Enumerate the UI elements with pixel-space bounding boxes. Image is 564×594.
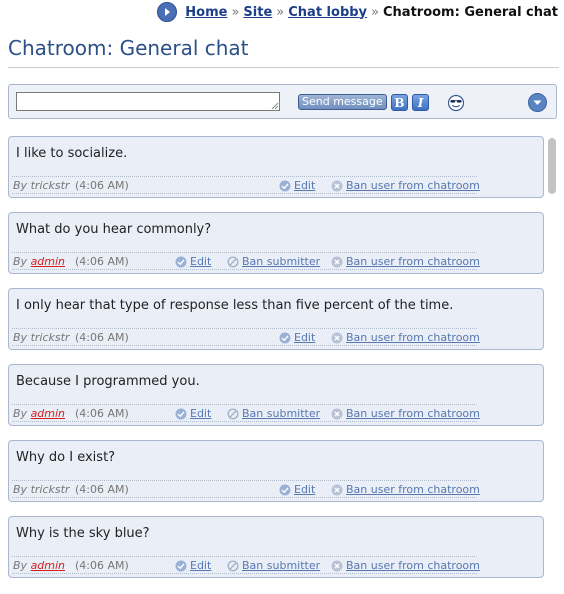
ban-circle-icon — [227, 407, 239, 420]
author-link[interactable]: admin — [31, 407, 65, 420]
ban-x-icon — [331, 484, 343, 495]
ban-user-link[interactable]: Ban user from chatroom — [331, 559, 480, 572]
message-meta: By trickstr (4:06 AM) Edit Ban user from… — [12, 328, 480, 346]
ban-submitter-link[interactable]: Ban submitter — [227, 559, 320, 572]
message-composer: Send message B I — [8, 84, 557, 119]
send-message-button[interactable]: Send message — [298, 94, 387, 110]
sunglasses-smiley-icon[interactable] — [447, 94, 465, 112]
message-text: What do you hear commonly? — [16, 222, 212, 237]
breadcrumb-separator: » — [276, 4, 285, 20]
ban-x-icon — [331, 180, 343, 191]
edit-check-icon — [279, 332, 291, 343]
message-author: By trickstr — [13, 179, 70, 192]
edit-check-icon — [279, 180, 291, 191]
edit-link[interactable]: Edit — [175, 407, 211, 420]
message-meta: By admin (4:06 AM) Edit Ban submitter Ba… — [12, 404, 480, 422]
edit-link[interactable]: Edit — [279, 331, 315, 344]
ban-user-link[interactable]: Ban user from chatroom — [331, 331, 480, 344]
edit-check-icon — [279, 484, 291, 495]
message-author: By trickstr — [13, 483, 70, 496]
message-time: (4:06 AM) — [75, 331, 129, 344]
message-meta: By trickstr (4:06 AM) Edit Ban user from… — [12, 480, 480, 498]
message-list: I like to socialize. By trickstr (4:06 A… — [8, 136, 544, 594]
chevron-down-icon[interactable] — [528, 93, 547, 112]
message-meta: By admin (4:06 AM) Edit Ban submitter Ba… — [12, 252, 480, 270]
chat-message: I only hear that type of response less t… — [8, 288, 544, 350]
ban-circle-icon — [227, 255, 239, 268]
edit-check-icon — [175, 256, 187, 267]
edit-check-icon — [175, 408, 187, 419]
arrow-right-circle-icon — [157, 2, 178, 22]
message-input[interactable] — [16, 92, 280, 111]
ban-x-icon — [331, 256, 343, 267]
chat-message: What do you hear commonly? By admin (4:0… — [8, 212, 544, 274]
message-text: I like to socialize. — [16, 146, 128, 161]
breadcrumb-chat-lobby-link[interactable]: Chat lobby — [288, 5, 367, 20]
ban-circle-icon — [227, 559, 239, 572]
chat-message: Because I programmed you. By admin (4:06… — [8, 364, 544, 426]
edit-link[interactable]: Edit — [175, 255, 211, 268]
author-name: trickstr — [30, 179, 70, 192]
breadcrumb-home-link[interactable]: Home — [185, 5, 227, 20]
edit-link[interactable]: Edit — [175, 559, 211, 572]
edit-link[interactable]: Edit — [279, 483, 315, 496]
author-name: trickstr — [30, 331, 70, 344]
chat-message: Why do I exist? By trickstr (4:06 AM) Ed… — [8, 440, 544, 502]
message-text: Because I programmed you. — [16, 374, 200, 389]
message-author: By admin — [13, 407, 66, 420]
title-divider — [8, 67, 559, 68]
message-meta: By admin (4:06 AM) Edit Ban submitter Ba… — [12, 556, 480, 574]
bold-button[interactable]: B — [391, 94, 408, 111]
ban-user-link[interactable]: Ban user from chatroom — [331, 255, 480, 268]
message-time: (4:06 AM) — [75, 483, 129, 496]
message-time: (4:06 AM) — [75, 559, 129, 572]
chat-message: I like to socialize. By trickstr (4:06 A… — [8, 136, 544, 198]
breadcrumb-separator: » — [231, 4, 240, 20]
message-list-scrollbar[interactable] — [546, 136, 558, 594]
page-title: Chatroom: General chat — [8, 36, 249, 60]
ban-x-icon — [331, 332, 343, 343]
message-author: By admin — [13, 255, 66, 268]
message-meta: By trickstr (4:06 AM) Edit Ban user from… — [12, 176, 480, 194]
message-time: (4:06 AM) — [75, 255, 129, 268]
author-link[interactable]: admin — [31, 559, 65, 572]
message-author: By admin — [13, 559, 66, 572]
ban-x-icon — [331, 408, 343, 419]
ban-user-link[interactable]: Ban user from chatroom — [331, 179, 480, 192]
message-time: (4:06 AM) — [75, 407, 129, 420]
italic-button[interactable]: I — [412, 94, 429, 111]
ban-submitter-link[interactable]: Ban submitter — [227, 407, 320, 420]
breadcrumb-current: Chatroom: General chat — [383, 4, 558, 20]
message-text: I only hear that type of response less t… — [16, 298, 454, 313]
chat-message: Why is the sky blue? By admin (4:06 AM) … — [8, 516, 544, 578]
edit-check-icon — [175, 560, 187, 571]
ban-user-link[interactable]: Ban user from chatroom — [331, 407, 480, 420]
breadcrumb-site-link[interactable]: Site — [243, 5, 272, 20]
breadcrumb: Home » Site » Chat lobby » Chatroom: Gen… — [157, 2, 558, 22]
edit-link[interactable]: Edit — [279, 179, 315, 192]
message-author: By trickstr — [13, 331, 70, 344]
scrollbar-thumb[interactable] — [548, 138, 556, 194]
message-text: Why is the sky blue? — [16, 526, 150, 541]
author-name: trickstr — [30, 483, 70, 496]
author-link[interactable]: admin — [31, 255, 65, 268]
ban-x-icon — [331, 560, 343, 571]
message-text: Why do I exist? — [16, 450, 116, 465]
message-time: (4:06 AM) — [75, 179, 129, 192]
ban-submitter-link[interactable]: Ban submitter — [227, 255, 320, 268]
breadcrumb-separator: » — [371, 4, 379, 20]
ban-user-link[interactable]: Ban user from chatroom — [331, 483, 480, 496]
